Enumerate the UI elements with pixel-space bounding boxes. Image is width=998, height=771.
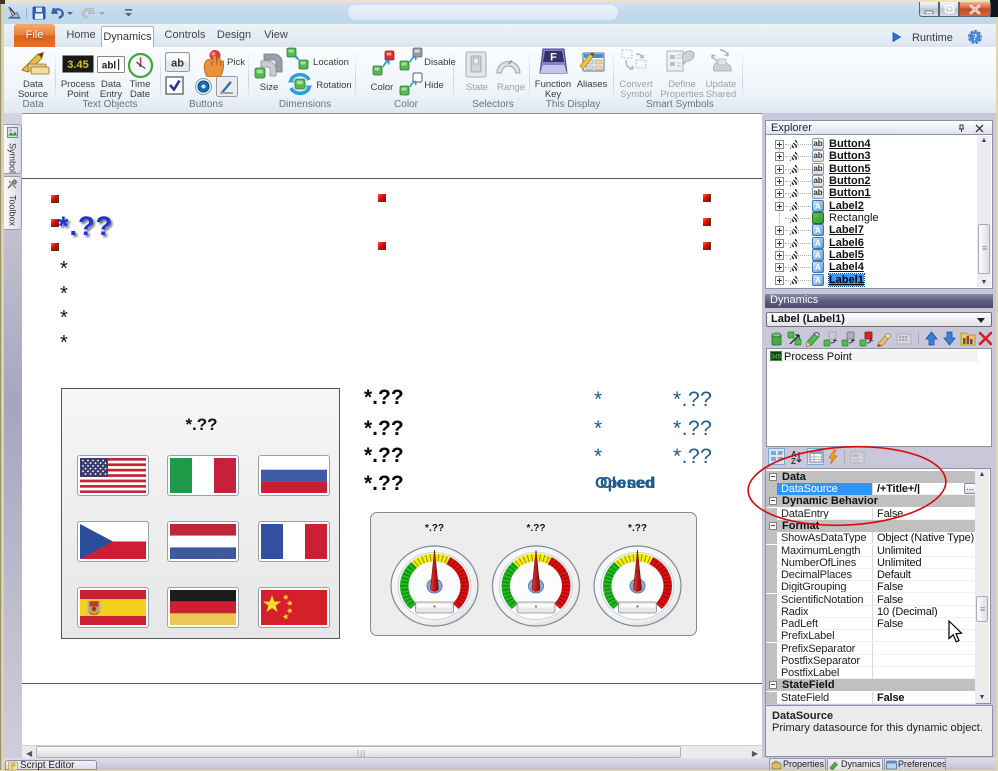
svg-text:abl: abl — [102, 61, 117, 72]
svg-text:?: ? — [973, 33, 978, 43]
svg-text:F: F — [550, 52, 557, 64]
svg-text:ab: ab — [171, 58, 184, 70]
svg-text:Z: Z — [791, 457, 796, 466]
svg-text:345: 345 — [771, 355, 782, 361]
svg-text:*.??: *.?? — [425, 523, 444, 534]
svg-text:*.??: *.?? — [527, 523, 546, 534]
svg-text:*.??: *.?? — [628, 523, 647, 534]
svg-text:3.45: 3.45 — [67, 59, 88, 71]
